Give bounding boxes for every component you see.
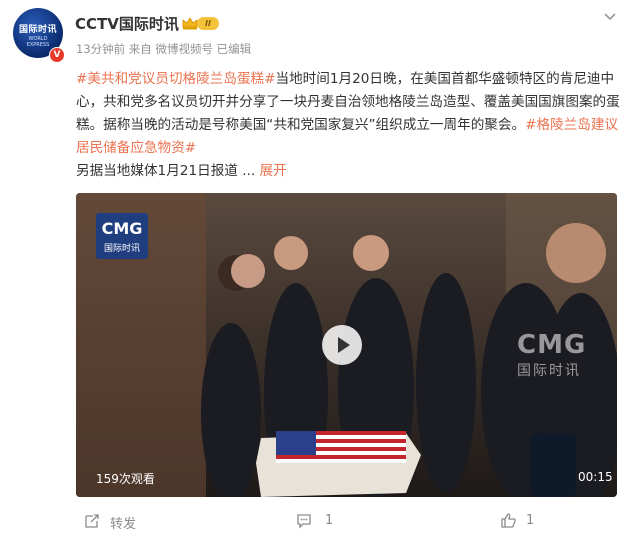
- comment-icon: [297, 514, 311, 529]
- weibo-post-card: 国际时讯 WORLD EXPRESS V CCTV国际时讯 II 13分钟前 来…: [0, 0, 634, 538]
- like-count: 1: [526, 513, 535, 528]
- post-meta: 13分钟前 来自 微博视频号 已编辑: [76, 41, 251, 57]
- view-count: 159次观看: [96, 472, 155, 486]
- share-button[interactable]: 转发: [84, 505, 164, 538]
- verified-badge: V: [49, 47, 65, 63]
- post-body-continued: 另据当地媒体1月21日报道 ...: [76, 163, 256, 179]
- expand-link[interactable]: 展开: [260, 163, 287, 179]
- share-icon: [85, 514, 99, 528]
- video-duration: 00:15: [578, 470, 613, 484]
- chevron-down-icon[interactable]: [603, 12, 617, 22]
- watermark-sub: 国际时讯: [517, 363, 581, 379]
- post-text: #美共和党议员切格陵兰岛蛋糕#当地时间1月20日晚，在美国首都华盛顿特区的肯尼迪…: [76, 68, 622, 183]
- post-source: 来自 微博视频号: [128, 42, 213, 56]
- hashtag-link[interactable]: #美共和党议员切格陵兰岛蛋糕#: [76, 71, 276, 87]
- play-button[interactable]: [322, 325, 362, 365]
- cmg-logo-title: CMG: [101, 219, 143, 238]
- username[interactable]: CCTV国际时讯: [75, 13, 179, 34]
- avatar-text-sub: WORLD EXPRESS: [26, 36, 50, 48]
- comment-button[interactable]: 1: [296, 505, 356, 538]
- like-button[interactable]: 1: [500, 505, 560, 538]
- action-bar: 转发 1 1: [0, 505, 634, 538]
- cmg-logo: CMG 国际时讯: [96, 213, 148, 259]
- post-time[interactable]: 13分钟前: [76, 42, 125, 56]
- edited-label: 已编辑: [216, 42, 252, 56]
- play-icon: [338, 337, 350, 353]
- watermark-title: CMG: [517, 330, 587, 360]
- greenland-cake: [256, 431, 421, 497]
- level-badge: II: [197, 17, 219, 30]
- avatar-text-main: 国际时讯: [18, 25, 57, 35]
- cmg-watermark: CMG 国际时讯: [517, 330, 586, 380]
- comment-count: 1: [325, 513, 334, 528]
- like-icon: [501, 513, 516, 528]
- share-label: 转发: [110, 517, 137, 532]
- cmg-logo-sub: 国际时讯: [103, 244, 140, 254]
